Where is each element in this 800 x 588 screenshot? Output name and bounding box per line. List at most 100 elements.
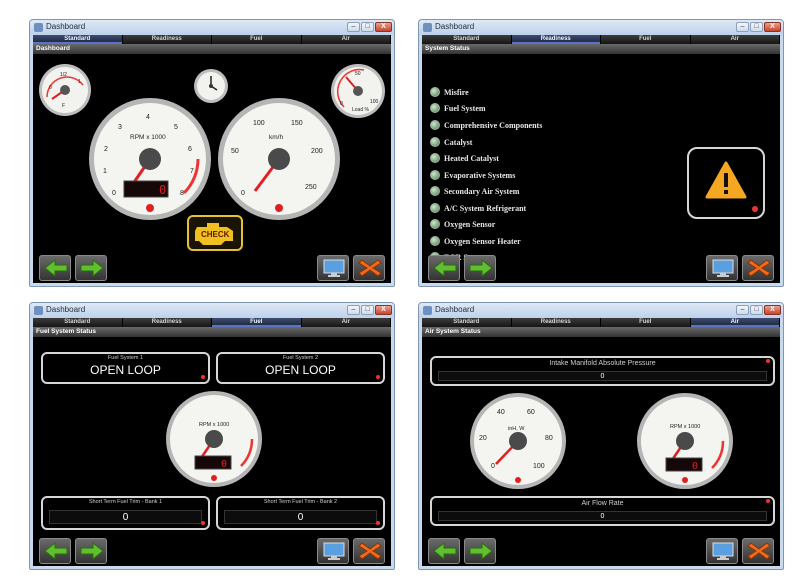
forward-button[interactable] <box>464 255 496 281</box>
window-air: Dashboard – □ X Standard Readiness Fuel … <box>418 302 784 570</box>
display-button[interactable] <box>317 255 349 281</box>
tab-fuel[interactable]: Fuel <box>601 318 691 327</box>
status-indicator-icon <box>430 137 440 147</box>
tachometer-gauge: RPM x 1000 0 <box>636 392 734 490</box>
tab-standard[interactable]: Standard <box>422 35 512 44</box>
stft-bank-2-label: Short Term Fuel Trim - Bank 2 <box>263 499 338 505</box>
close-x-icon <box>358 542 382 560</box>
tab-readiness[interactable]: Readiness <box>512 318 601 327</box>
readiness-item: Comprehensive Components <box>430 118 542 132</box>
arrow-left-icon <box>44 259 68 277</box>
tab-standard[interactable]: Standard <box>33 318 123 327</box>
maximize-button[interactable]: □ <box>750 22 763 32</box>
tach-digital-readout: 0 <box>692 461 698 472</box>
speed-tick: 50 <box>231 148 239 155</box>
intake-manifold-pressure-panel: Intake Manifold Absolute Pressure 0 <box>430 356 775 386</box>
arrow-left-icon <box>433 259 457 277</box>
forward-button[interactable] <box>464 538 496 564</box>
tach-tick: 4 <box>146 114 150 121</box>
maximize-button[interactable]: □ <box>361 22 374 32</box>
status-indicator-icon <box>430 219 440 229</box>
title-bar: Dashboard – □ X <box>419 20 783 35</box>
speed-tick: 150 <box>291 120 303 127</box>
stft-bank-1-value: 0 <box>49 510 202 524</box>
window-title: Dashboard <box>435 305 475 314</box>
window-fuel: Dashboard – □ X Standard Readiness Fuel … <box>29 302 395 570</box>
small-left-tick: 1 <box>78 79 81 85</box>
tab-air[interactable]: Air <box>691 35 780 44</box>
speed-tick: 250 <box>305 184 317 191</box>
maximize-button[interactable]: □ <box>361 305 374 315</box>
tab-readiness[interactable]: Readiness <box>511 35 601 44</box>
pressure-tick: 40 <box>497 409 505 416</box>
small-left-tick: 0 <box>49 85 52 91</box>
tab-fuel[interactable]: Fuel <box>212 35 302 44</box>
display-button[interactable] <box>706 538 738 564</box>
status-indicator-icon <box>430 153 440 163</box>
status-dot-icon <box>766 499 770 503</box>
close-window-button[interactable]: X <box>764 22 781 32</box>
minimize-button[interactable]: – <box>736 305 749 315</box>
minimize-button[interactable]: – <box>736 22 749 32</box>
tab-air[interactable]: Air <box>690 318 780 327</box>
arrow-left-icon <box>44 542 68 560</box>
status-dot-icon <box>201 375 205 379</box>
forward-button[interactable] <box>75 255 107 281</box>
status-indicator-icon <box>430 170 440 180</box>
monitor-icon <box>712 259 734 277</box>
tab-standard[interactable]: Standard <box>33 35 123 44</box>
back-button[interactable] <box>39 538 71 564</box>
minimize-button[interactable]: – <box>347 22 360 32</box>
maximize-button[interactable]: □ <box>750 305 763 315</box>
close-window-button[interactable]: X <box>375 305 392 315</box>
display-button[interactable] <box>706 255 738 281</box>
check-engine-label: CHECK <box>201 230 230 239</box>
close-window-button[interactable]: X <box>764 305 781 315</box>
short-term-fuel-trim-bank-2-panel: Short Term Fuel Trim - Bank 2 0 <box>216 496 385 530</box>
stft-bank-2-value: 0 <box>224 510 377 524</box>
back-button[interactable] <box>428 255 460 281</box>
exit-button[interactable] <box>742 255 774 281</box>
exit-button[interactable] <box>353 255 385 281</box>
tach-tick: 5 <box>174 124 178 131</box>
tab-fuel[interactable]: Fuel <box>601 35 691 44</box>
close-window-button[interactable]: X <box>375 22 392 32</box>
tab-fuel[interactable]: Fuel <box>212 318 302 327</box>
fuel-system-1-label: Fuel System 1 <box>107 355 144 361</box>
tab-readiness[interactable]: Readiness <box>123 318 212 327</box>
app-icon <box>423 23 432 32</box>
forward-button[interactable] <box>75 538 107 564</box>
status-indicator-icon <box>430 103 440 113</box>
pressure-unit-label: inH, W <box>508 426 525 432</box>
speedometer-gauge: 0 50 100 150 200 250 km/h <box>217 97 341 221</box>
minimize-button[interactable]: – <box>347 305 360 315</box>
tab-air[interactable]: Air <box>302 35 391 44</box>
window-readiness: Dashboard – □ X Standard Readiness Fuel … <box>418 19 784 287</box>
exit-button[interactable] <box>353 538 385 564</box>
pressure-tick: 80 <box>545 435 553 442</box>
tab-standard[interactable]: Standard <box>422 318 512 327</box>
tach-digital-readout: 0 <box>159 183 166 197</box>
display-button[interactable] <box>317 538 349 564</box>
readiness-item: Fuel System <box>430 101 486 115</box>
fuel-system-1-value: OPEN LOOP <box>90 363 161 377</box>
arrow-right-icon <box>80 542 104 560</box>
back-button[interactable] <box>428 538 460 564</box>
tach-tick: 0 <box>112 190 116 197</box>
status-indicator-icon <box>430 203 440 213</box>
page-subtitle: Fuel System Status <box>33 327 391 337</box>
arrow-right-icon <box>469 259 493 277</box>
window-title: Dashboard <box>46 22 86 31</box>
pressure-tick: 0 <box>491 463 495 470</box>
tach-label: RPM x 1000 <box>130 134 166 141</box>
tab-readiness[interactable]: Readiness <box>123 35 212 44</box>
tab-bar: Standard Readiness Fuel Air <box>33 318 391 327</box>
tab-air[interactable]: Air <box>302 318 391 327</box>
arrow-right-icon <box>80 259 104 277</box>
exit-button[interactable] <box>742 538 774 564</box>
speed-tick: 100 <box>253 120 265 127</box>
status-indicator-icon <box>430 186 440 196</box>
arrow-left-icon <box>433 542 457 560</box>
back-button[interactable] <box>39 255 71 281</box>
speed-tick: 200 <box>311 148 323 155</box>
